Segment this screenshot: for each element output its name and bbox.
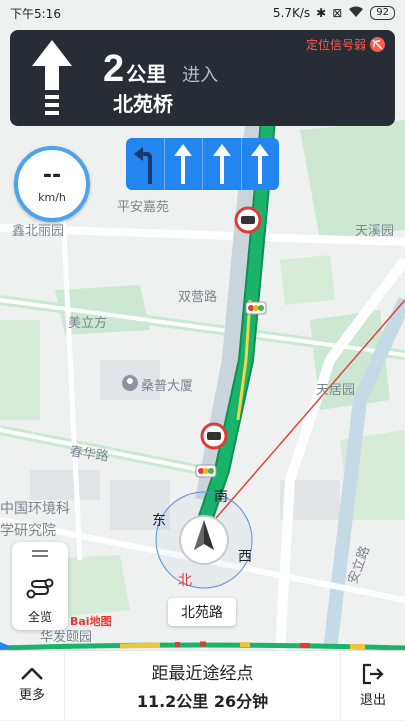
lane-straight-3	[242, 138, 280, 190]
map-label-sangpudasha: 桑普大厦	[141, 379, 194, 394]
straight-arrow-icon	[32, 40, 72, 120]
map-label-xinbeiliyuan: 鑫北丽园	[12, 224, 65, 239]
exit-label: 退出	[359, 693, 386, 708]
next-road-name: 北苑桥	[113, 92, 173, 116]
more-button[interactable]: 更多	[0, 651, 64, 721]
drag-handle-icon[interactable]	[32, 550, 48, 558]
turn-left-icon	[133, 147, 152, 184]
map-label-tianjuyuan: 天居园	[316, 383, 356, 398]
exit-button[interactable]: 退出	[341, 651, 405, 721]
bottom-bar: 更多 距最近途经点 11.2公里 26分钟 退出	[0, 650, 405, 721]
bluetooth-icon: ✱	[316, 6, 327, 20]
exit-icon	[362, 663, 384, 685]
distance-unit: 公里	[126, 62, 167, 86]
speedometer: -- km/h	[14, 146, 90, 222]
route-progress-bar	[0, 641, 405, 650]
map-label-shuangyinglu: 双营路	[178, 290, 218, 305]
speed-unit: km/h	[38, 190, 66, 204]
overview-button[interactable]: 全览	[12, 542, 68, 630]
map-label-env-institute-line1: 中国环境科	[0, 501, 70, 517]
straight-arrow-icon	[212, 144, 231, 184]
map-label-env-institute-line2: 学研究院	[0, 523, 56, 539]
network-speed: 5.7K/s	[272, 6, 311, 20]
lane-straight-1	[165, 138, 203, 190]
status-time: 下午5:16	[10, 6, 61, 21]
battery-indicator: 92	[370, 6, 395, 20]
baidu-map-logo: Bai地图	[70, 615, 112, 628]
car-position-marker	[155, 491, 253, 589]
speed-value: --	[42, 162, 62, 188]
lane-straight-2	[203, 138, 242, 190]
compass-east: 东	[152, 513, 166, 529]
lane-turn-left	[126, 138, 165, 190]
turn-guidance-panel[interactable]: 2 公里 进入 北苑桥 定位信号弱	[10, 30, 395, 126]
waypoint-info[interactable]: 距最近途经点 11.2公里 26分钟	[64, 650, 341, 721]
chevron-up-icon	[21, 668, 43, 680]
mute-icon: ⊠	[332, 6, 343, 20]
status-icons: 5.7K/s ✱ ⊠ 92	[273, 6, 395, 21]
maneuver-action: 进入	[182, 65, 219, 86]
signal-weak-icon	[370, 37, 385, 52]
straight-arrow-icon	[174, 144, 193, 184]
gps-signal-warning[interactable]: 定位信号弱	[306, 36, 385, 53]
lane-guidance	[126, 138, 279, 190]
overview-label: 全览	[27, 610, 52, 624]
map-label-pinganjiayuan: 平安嘉苑	[117, 200, 170, 215]
compass-west: 西	[238, 549, 252, 565]
distance-value: 2	[103, 48, 125, 90]
map-label-tianxiyuan: 天溪园	[355, 224, 395, 239]
compass-south: 南	[214, 489, 228, 505]
wifi-icon	[348, 6, 364, 21]
status-bar: 下午5:16 5.7K/s ✱ ⊠ 92	[0, 0, 405, 26]
current-road-label: 北苑路	[168, 598, 236, 626]
distance-line: 2 公里 进入	[103, 48, 218, 91]
waypoint-title: 距最近途经点	[151, 664, 254, 684]
map-label-meilifang: 美立方	[68, 316, 108, 331]
route-overview-icon	[26, 578, 54, 599]
straight-arrow-icon	[251, 144, 270, 184]
compass-north: 北	[178, 573, 192, 589]
gps-warning-text: 定位信号弱	[305, 38, 366, 52]
waypoint-distance-time: 11.2公里 26分钟	[136, 692, 269, 711]
more-label: 更多	[18, 688, 45, 703]
